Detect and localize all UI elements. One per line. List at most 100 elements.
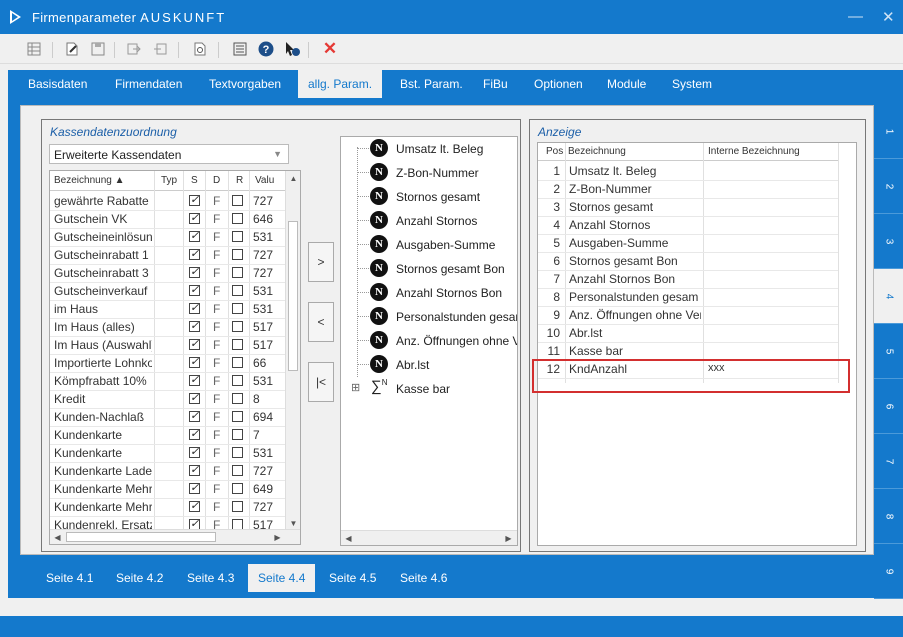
checkbox-s[interactable] xyxy=(189,193,200,206)
table-row[interactable]: Im Haus (Auswahl) F 517 xyxy=(50,336,286,354)
checkbox-r[interactable] xyxy=(232,285,243,296)
checkbox-s[interactable] xyxy=(189,373,200,386)
import-icon[interactable] xyxy=(124,39,144,59)
table-row[interactable]: im Haus F 531 xyxy=(50,300,286,318)
tree-item[interactable]: N Anz. Öffnungen ohne Ver xyxy=(341,329,517,353)
checkbox-r[interactable] xyxy=(232,465,243,476)
checkbox-r[interactable] xyxy=(232,501,243,512)
table-row[interactable]: Kredit F 8 xyxy=(50,390,286,408)
add-button[interactable]: > xyxy=(308,242,334,282)
kassendaten-combo[interactable]: Erweiterte Kassendaten ▼ xyxy=(49,144,289,164)
col-typ[interactable]: Typ xyxy=(161,175,177,186)
checkbox-r[interactable] xyxy=(232,447,243,458)
tree-item[interactable]: N Personalstunden gesam xyxy=(341,305,517,329)
menu-textvorgaben[interactable]: Textvorgaben xyxy=(209,77,281,91)
checkbox-s[interactable] xyxy=(189,481,200,494)
table-row[interactable]: 10 Abr.lst xyxy=(538,324,838,342)
table-row[interactable]: 3 Stornos gesamt xyxy=(538,198,838,216)
edit-icon[interactable] xyxy=(62,39,82,59)
table-row[interactable]: 4 Anzahl Stornos xyxy=(538,216,838,234)
checkbox-s[interactable] xyxy=(189,499,200,512)
checkbox-s[interactable] xyxy=(189,463,200,476)
checkbox-s[interactable] xyxy=(189,247,200,260)
menu-optionen[interactable]: Optionen xyxy=(534,77,583,91)
checkbox-r[interactable] xyxy=(232,267,243,278)
table-row[interactable]: Kundenkarte Mehrl F 727 xyxy=(50,498,286,516)
table-row[interactable]: Gutschein VK F 646 xyxy=(50,210,286,228)
side-tab-5[interactable]: 5 xyxy=(874,324,903,379)
table-row[interactable]: Kundenkarte Mehr: F 649 xyxy=(50,480,286,498)
table-row[interactable]: 1 Umsatz lt. Beleg xyxy=(538,162,838,180)
checkbox-r[interactable] xyxy=(232,393,243,404)
export-icon[interactable] xyxy=(150,39,170,59)
col-bezeichnung[interactable]: Bezeichnung ▲ xyxy=(54,175,125,186)
scroll-left-icon[interactable]: ◀ xyxy=(341,531,356,545)
table-row[interactable]: 9 Anz. Öffnungen ohne Ver xyxy=(538,306,838,324)
page-tab[interactable]: Seite 4.6 xyxy=(400,571,447,585)
table-row[interactable]: Im Haus (alles) F 517 xyxy=(50,318,286,336)
checkbox-s[interactable] xyxy=(189,391,200,404)
table-row[interactable]: Gutscheinverkauf F 531 xyxy=(50,282,286,300)
col-pos[interactable]: Pos xyxy=(546,146,563,157)
expand-icon[interactable]: ⊞ xyxy=(351,381,360,394)
col-value[interactable]: Valu xyxy=(255,175,274,186)
checkbox-s[interactable] xyxy=(189,301,200,314)
col-bezeichnung[interactable]: Bezeichnung xyxy=(568,146,626,157)
table-row[interactable]: 6 Stornos gesamt Bon xyxy=(538,252,838,270)
hscroll-thumb[interactable] xyxy=(66,532,216,542)
table-row[interactable]: Kundenkarte F 7 xyxy=(50,426,286,444)
table-row[interactable]: Kundenkarte F 531 xyxy=(50,444,286,462)
minimize-button[interactable]: — xyxy=(848,8,863,25)
checkbox-s[interactable] xyxy=(189,337,200,350)
side-tab-8[interactable]: 8 xyxy=(874,489,903,544)
table-row[interactable]: Kömpfrabatt 10% F 531 xyxy=(50,372,286,390)
side-tab-4[interactable]: 4 xyxy=(874,269,903,324)
menu-module[interactable]: Module xyxy=(607,77,646,91)
side-tab-2[interactable]: 2 xyxy=(874,159,903,214)
scroll-right-icon[interactable]: ▶ xyxy=(270,530,285,544)
checkbox-r[interactable] xyxy=(232,249,243,260)
col-s[interactable]: S xyxy=(191,175,198,186)
remove-button[interactable]: < xyxy=(308,302,334,342)
remove-all-button[interactable]: |< xyxy=(308,362,334,402)
scroll-right-icon[interactable]: ▶ xyxy=(501,531,516,545)
checkbox-r[interactable] xyxy=(232,321,243,332)
tree-item[interactable]: N Abr.lst xyxy=(341,353,517,377)
menu-firmendaten[interactable]: Firmendaten xyxy=(115,77,182,91)
pointer-help-icon[interactable] xyxy=(282,39,302,59)
table-row[interactable]: 5 Ausgaben-Summe xyxy=(538,234,838,252)
table-row[interactable]: Importierte Lohnko F 66 xyxy=(50,354,286,372)
table-row[interactable]: Gutscheinrabatt 3 F 727 xyxy=(50,264,286,282)
tree-item[interactable]: N Anzahl Stornos Bon xyxy=(341,281,517,305)
close-window-button[interactable]: ✕ xyxy=(882,8,895,26)
table-row[interactable]: 8 Personalstunden gesam xyxy=(538,288,838,306)
checkbox-s[interactable] xyxy=(189,409,200,422)
tree-item[interactable]: N Umsatz lt. Beleg xyxy=(341,137,517,161)
cancel-icon[interactable]: ✕ xyxy=(320,39,340,59)
checkbox-r[interactable] xyxy=(232,375,243,386)
scroll-left-icon[interactable]: ◀ xyxy=(50,530,65,544)
checkbox-s[interactable] xyxy=(189,211,200,224)
checkbox-r[interactable] xyxy=(232,231,243,242)
tree-item[interactable]: N Ausgaben-Summe xyxy=(341,233,517,257)
checkbox-r[interactable] xyxy=(232,429,243,440)
checkbox-r[interactable] xyxy=(232,339,243,350)
checkbox-s[interactable] xyxy=(189,229,200,242)
table-row[interactable]: Gutscheineinlösun F 531 xyxy=(50,228,286,246)
side-tab-6[interactable]: 6 xyxy=(874,379,903,434)
menu-basisdaten[interactable]: Basisdaten xyxy=(28,77,87,91)
help-icon[interactable]: ? xyxy=(256,39,276,59)
checkbox-s[interactable] xyxy=(189,319,200,332)
grid-vertical-scrollbar[interactable]: ▲ ▼ xyxy=(285,171,300,531)
checkbox-r[interactable] xyxy=(232,483,243,494)
tree-item[interactable]: N Z-Bon-Nummer xyxy=(341,161,517,185)
page-tab[interactable]: Seite 4.4 xyxy=(248,564,316,592)
col-intern[interactable]: Interne Bezeichnung xyxy=(708,146,800,157)
page-tab[interactable]: Seite 4.1 xyxy=(46,571,93,585)
tree-horizontal-scrollbar[interactable]: ◀ ▶ xyxy=(341,530,517,545)
list-icon[interactable] xyxy=(230,39,250,59)
table-row[interactable]: Gutscheinrabatt 1 F 727 xyxy=(50,246,286,264)
menu-allg-param[interactable]: allg. Param. xyxy=(298,70,383,98)
table-row[interactable]: 7 Anzahl Stornos Bon xyxy=(538,270,838,288)
scroll-thumb[interactable] xyxy=(288,221,298,371)
